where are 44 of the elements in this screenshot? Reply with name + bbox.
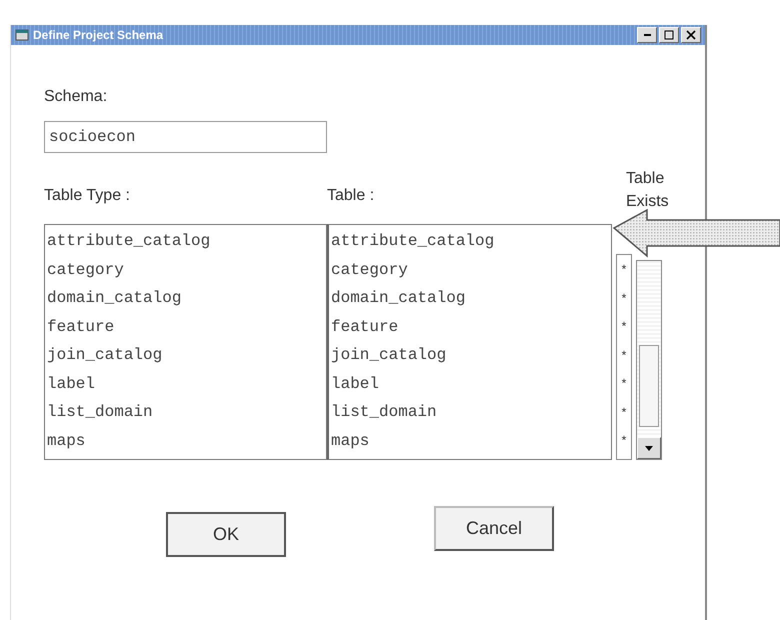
exists-mark: * (620, 261, 628, 278)
table-exists-label: Table Exists (626, 169, 670, 212)
list-item[interactable]: attribute_catalog (47, 227, 324, 256)
list-item[interactable]: category (47, 256, 324, 284)
app-icon (15, 28, 29, 42)
table-list[interactable]: attribute_catalog category domain_catalog feature join_catalog label list_domain maps (327, 224, 612, 460)
minimize-icon (644, 34, 650, 36)
scroll-down-button[interactable] (637, 437, 661, 459)
list-item[interactable]: domain_catalog (47, 284, 324, 312)
exists-mark: * (620, 318, 628, 335)
table-type-label: Table Type : (44, 187, 131, 205)
list-item[interactable]: feature (331, 312, 609, 341)
schema-field[interactable]: socioecon (44, 121, 327, 153)
scroll-thumb[interactable] (639, 345, 659, 427)
maximize-icon (664, 30, 674, 40)
ok-button[interactable]: OK (166, 512, 286, 557)
close-button[interactable] (681, 27, 701, 43)
list-item[interactable]: maps (47, 426, 324, 455)
exists-mark: * (620, 375, 628, 392)
list-item[interactable]: label (47, 370, 324, 398)
maximize-button[interactable] (659, 27, 679, 43)
table-type-list[interactable]: attribute_catalog category domain_catalog feature join_catalog label list_domain maps (44, 224, 327, 460)
exists-mark: * (620, 290, 628, 306)
schema-label: Schema: (44, 88, 108, 106)
list-item[interactable]: maps (331, 426, 609, 455)
list-item[interactable]: join_catalog (47, 341, 324, 370)
table-label: Table : (327, 187, 376, 205)
minimize-button[interactable] (637, 27, 657, 43)
list-item[interactable]: join_catalog (331, 341, 609, 370)
list-item[interactable]: category (331, 256, 609, 284)
caret-down-icon (645, 446, 653, 450)
scrollbar[interactable] (636, 260, 662, 460)
cancel-button[interactable]: Cancel (434, 506, 554, 551)
exists-mark: * (620, 404, 628, 420)
list-item[interactable]: label (331, 370, 609, 398)
exists-mark: * (620, 432, 628, 449)
close-icon (686, 30, 696, 40)
window-title: Define Project Schema (33, 28, 164, 42)
list-item[interactable]: domain_catalog (331, 284, 609, 312)
list-item[interactable]: list_domain (331, 398, 609, 426)
list-item[interactable]: feature (47, 312, 324, 341)
list-item[interactable]: list_domain (47, 398, 324, 426)
exists-mark: * (620, 346, 628, 364)
list-item[interactable]: attribute_catalog (331, 227, 609, 256)
